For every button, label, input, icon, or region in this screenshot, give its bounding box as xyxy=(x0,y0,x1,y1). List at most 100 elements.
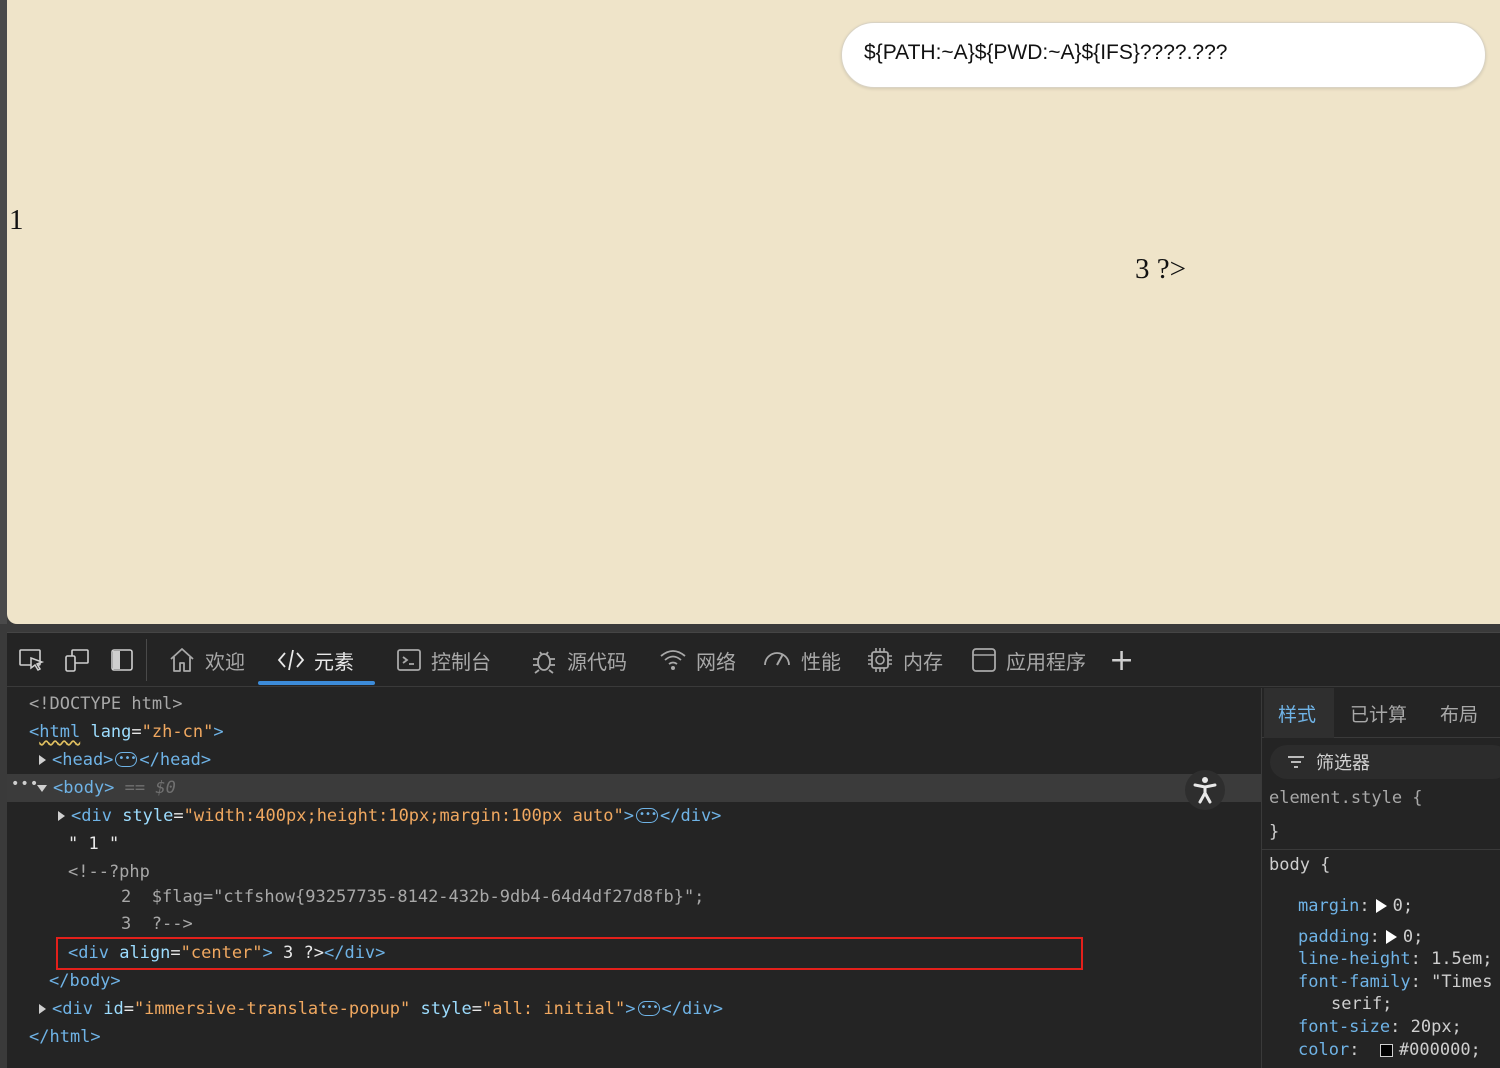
tab-application[interactable]: 应用程序 xyxy=(970,643,1086,677)
div1-style-attr: style xyxy=(122,806,174,826)
dom-doctype[interactable]: <!DOCTYPE html> xyxy=(7,690,1261,718)
dom-comment-close[interactable]: 3 ?--> xyxy=(7,910,1261,938)
tab-application-label: 应用程序 xyxy=(1006,649,1086,674)
element-style-selector: element.style { xyxy=(1269,788,1423,808)
left-edge-strip xyxy=(0,0,7,624)
expand-head-icon[interactable] xyxy=(39,755,46,765)
head-close-tag: </head> xyxy=(139,750,212,770)
rule-divider xyxy=(1262,849,1500,850)
tab-performance-label: 性能 xyxy=(801,649,841,674)
styles-filter-input[interactable]: 筛选器 xyxy=(1270,745,1500,779)
translate-input-pill[interactable]: ${PATH:~A}${PWD:~A}${IFS}????.??? xyxy=(841,22,1486,88)
collapsed-ellipsis-icon[interactable] xyxy=(637,994,660,1022)
bug-icon xyxy=(533,651,555,674)
css-value: 0; xyxy=(1402,927,1424,947)
tab-sources-label: 源代码 xyxy=(567,649,627,674)
flag-highlight-box xyxy=(56,937,1083,970)
collapsed-ellipsis-icon[interactable] xyxy=(115,745,138,773)
expand-div-icon[interactable] xyxy=(58,811,65,821)
html-lang-value: "zh-cn" xyxy=(141,722,214,742)
dom-body-selected[interactable]: ••• <body> == $0 xyxy=(7,774,1261,802)
dom-html-close[interactable]: </html> xyxy=(7,1023,1261,1051)
dom-body-close[interactable]: </body> xyxy=(7,967,1261,995)
css-prop: padding xyxy=(1298,927,1370,947)
tab-console[interactable]: 控制台 xyxy=(395,643,491,677)
css-decl-line-height[interactable]: line-height: 1.5em; xyxy=(1298,949,1493,969)
color-swatch[interactable] xyxy=(1379,1043,1393,1057)
css-decl-color[interactable]: color: #000000; xyxy=(1298,1040,1481,1060)
body-console-ref: == $0 xyxy=(124,778,176,798)
text-node-one: " 1 " xyxy=(68,834,120,854)
device-emulation-icon[interactable] xyxy=(62,645,92,675)
tab-layout[interactable]: 布局 xyxy=(1440,700,1478,727)
div1-close-tag: </div> xyxy=(660,806,722,826)
toolbar-separator xyxy=(146,639,147,681)
page-text-three: 3 ?> xyxy=(1135,253,1186,285)
home-icon xyxy=(170,648,194,672)
dom-head[interactable]: <head> </head> xyxy=(7,745,1261,774)
page-viewport: ${PATH:~A}${PWD:~A}${IFS}????.??? 1 3 ?> xyxy=(7,0,1500,624)
css-decl-margin[interactable]: margin: 0; xyxy=(1298,896,1413,916)
flag-value-text: $flag="ctfshow{93257735-8142-432b-9db4-6… xyxy=(151,887,705,907)
tab-network[interactable]: 网络 xyxy=(658,643,736,677)
tab-computed[interactable]: 已计算 xyxy=(1350,700,1407,727)
tab-elements[interactable]: 元素 xyxy=(276,643,354,677)
html-close-tag: </html> xyxy=(29,1027,101,1047)
css-value: 20px; xyxy=(1410,1017,1462,1037)
styles-tabs: 样式 已计算 布局 xyxy=(1262,688,1500,738)
html-tag-name: html xyxy=(39,722,81,742)
tab-welcome[interactable]: 欢迎 xyxy=(167,643,245,677)
dom-text-node[interactable]: " 1 " xyxy=(7,830,1261,858)
css-value: 0; xyxy=(1392,896,1414,916)
css-decl-padding[interactable]: padding: 0; xyxy=(1298,927,1423,947)
tab-performance[interactable]: 性能 xyxy=(761,643,841,677)
css-decl-font-family[interactable]: font-family: "Times xyxy=(1298,972,1493,992)
styles-pane: 样式 已计算 布局 筛选器 element.style { } body { m… xyxy=(1261,688,1500,1068)
tab-sources[interactable]: 源代码 xyxy=(529,643,627,677)
div3-id-value: "immersive-translate-popup" xyxy=(133,999,411,1019)
div3-tag: <div xyxy=(52,999,93,1019)
php-comment-open: <!--?php xyxy=(68,862,150,882)
dom-div-spacer[interactable]: <div style="width:400px;height:10px;marg… xyxy=(7,801,1261,830)
more-options-icon[interactable]: ••• xyxy=(11,770,39,798)
body-open-tag: <body> xyxy=(53,778,115,798)
devtools-panel: 欢迎 元素 控制台 源代码 网络 性能 内存 应用程序 + <!DOCTYPE … xyxy=(7,632,1500,1068)
dom-flag-line[interactable]: 2 $flag="ctfshow{93257735-8142-432b-9db4… xyxy=(7,883,1261,911)
css-decl-font-size[interactable]: font-size: 20px; xyxy=(1298,1017,1462,1037)
body-rule-selector[interactable]: body { xyxy=(1269,855,1330,875)
element-style-rule[interactable]: element.style { xyxy=(1269,788,1423,808)
gauge-icon xyxy=(764,652,790,666)
close-brace: } xyxy=(1269,822,1280,842)
expand-popup-icon[interactable] xyxy=(39,1004,46,1014)
element-style-close: } xyxy=(1269,822,1279,842)
expand-shorthand-icon[interactable] xyxy=(1385,930,1397,944)
div1-tag: <div xyxy=(71,806,112,826)
collapsed-ellipsis-icon[interactable] xyxy=(636,801,658,829)
accessibility-button[interactable] xyxy=(1185,770,1225,810)
css-value: #000000; xyxy=(1398,1040,1481,1060)
devtools-toolbar: 欢迎 元素 控制台 源代码 网络 性能 内存 应用程序 + xyxy=(7,633,1500,687)
body-selector-text: body { xyxy=(1269,855,1331,875)
dock-side-icon[interactable] xyxy=(107,645,137,675)
dom-html-open[interactable]: <html lang="zh-cn"> xyxy=(7,718,1261,746)
tab-styles[interactable]: 样式 xyxy=(1278,700,1316,727)
add-tab-button[interactable]: + xyxy=(1109,643,1134,678)
comment-line-number: 3 xyxy=(121,914,132,934)
inspect-element-icon[interactable] xyxy=(17,645,47,675)
div3-close-tag: </div> xyxy=(661,999,723,1019)
div3-style-value: "all: initial" xyxy=(481,999,626,1019)
body-close-tag: </body> xyxy=(49,971,121,991)
css-prop: font-size xyxy=(1298,1017,1391,1037)
tab-memory[interactable]: 内存 xyxy=(865,643,943,677)
code-icon xyxy=(277,649,305,671)
dom-comment-open[interactable]: <!--?php xyxy=(7,858,1261,886)
expand-shorthand-icon[interactable] xyxy=(1375,899,1387,913)
css-value: serif; xyxy=(1331,994,1393,1014)
head-open-tag: <head> xyxy=(52,750,114,770)
wifi-icon xyxy=(660,650,686,670)
console-icon xyxy=(397,649,421,671)
app-icon xyxy=(972,648,996,672)
dom-translate-popup[interactable]: <div id="immersive-translate-popup" styl… xyxy=(7,994,1261,1023)
doctype-text: <!DOCTYPE html> xyxy=(29,694,183,714)
tab-memory-label: 内存 xyxy=(903,649,943,674)
